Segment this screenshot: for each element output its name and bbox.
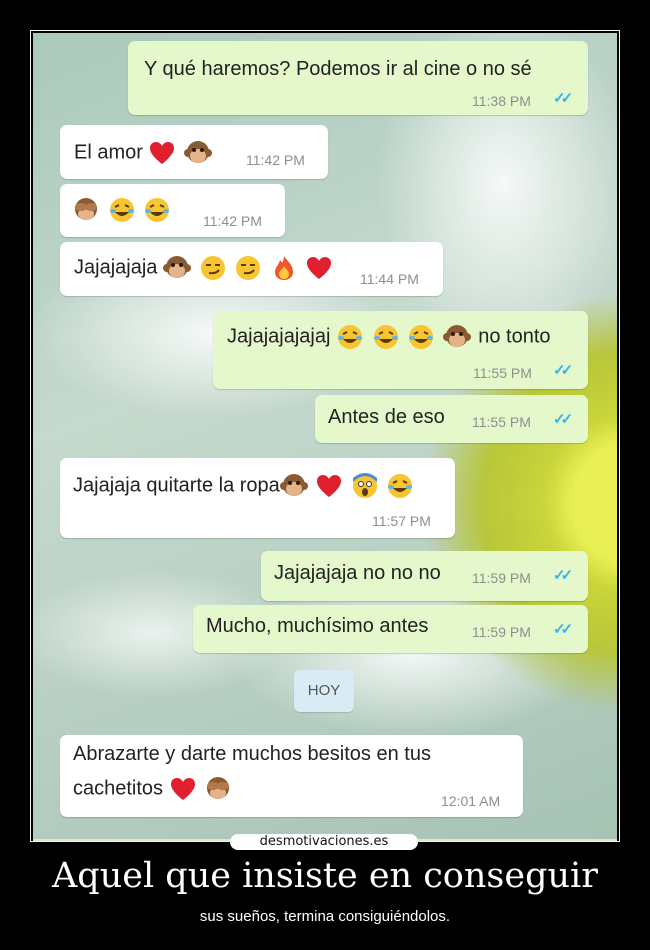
heart-emoji-icon	[315, 472, 343, 500]
emoji-group	[279, 472, 417, 500]
message-text: Jajajajajajaj no tonto	[227, 323, 551, 351]
message-outgoing[interactable]: Y qué haremos? Podemos ir al cine o no s…	[128, 41, 588, 115]
message-outgoing[interactable]: Jajajajajajaj no tonto 11:55 PM ✓✓	[213, 311, 588, 389]
message-text: Antes de eso	[328, 406, 445, 428]
message-time: 11:42 PM	[246, 152, 305, 168]
message-text: Mucho, muchísimo antes	[206, 615, 429, 637]
read-receipt-icon: ✓✓	[553, 90, 573, 107]
message-time: 11:59 PM	[472, 570, 531, 586]
read-receipt-icon: ✓✓	[553, 362, 573, 379]
monkey-emoji-icon	[184, 139, 213, 167]
monkey-emoji-icon	[279, 472, 308, 500]
monkey-emoji-icon	[162, 254, 191, 282]
heart-emoji-icon	[169, 775, 197, 803]
brand-watermark: desmotivaciones.es	[230, 834, 418, 850]
message-text-line1: Abrazarte y darte muchos besitos en tus	[73, 743, 431, 765]
poster-subtitle: sus sueños, termina consiguiéndolos.	[199, 908, 451, 925]
joy-emoji-icon	[108, 196, 136, 224]
message-outgoing[interactable]: Mucho, muchísimo antes 11:59 PM ✓✓	[193, 605, 588, 653]
message-incoming[interactable]: 11:42 PM	[60, 184, 285, 237]
message-text-content: Jajajaja quitarte la ropa	[73, 474, 280, 497]
message-text: Jajajajaja no no no	[274, 562, 441, 584]
joy-emoji-icon	[386, 472, 414, 500]
read-receipt-icon: ✓✓	[553, 411, 573, 428]
message-incoming[interactable]: El amor 11:42 PM	[60, 125, 328, 179]
message-text-content: Jajajajaja	[74, 256, 158, 279]
message-text-line2: cachetitos	[73, 775, 234, 803]
message-time: 11:57 PM	[372, 513, 431, 529]
scream-emoji-icon	[351, 472, 379, 500]
heart-emoji-icon	[305, 254, 333, 282]
message-time: 11:55 PM	[472, 414, 531, 430]
message-time: 11:42 PM	[203, 213, 262, 229]
chat-screenshot: Y qué haremos? Podemos ir al cine o no s…	[33, 33, 617, 839]
emoji-group	[148, 139, 214, 167]
message-time: 11:38 PM	[472, 93, 531, 109]
message-text-content: no tonto	[478, 325, 551, 348]
emoji-group	[162, 254, 335, 282]
message-text: Y qué haremos? Podemos ir al cine o no s…	[144, 58, 532, 80]
message-time: 11:44 PM	[360, 271, 419, 287]
message-text: Jajajajaja	[74, 254, 335, 282]
message-text-content: El amor	[74, 141, 143, 164]
message-time: 11:59 PM	[472, 624, 531, 640]
see-no-evil-monkey-emoji-icon	[204, 775, 232, 803]
message-text-content: cachetitos	[73, 777, 164, 800]
message-time: 12:01 AM	[441, 793, 501, 809]
read-receipt-icon: ✓✓	[553, 621, 573, 638]
message-incoming[interactable]: Jajajajaja 11:44 PM	[60, 242, 443, 296]
message-time: 11:55 PM	[473, 365, 532, 381]
joy-emoji-icon	[372, 323, 400, 351]
message-incoming[interactable]: Jajajaja quitarte la ropa 11:57 PM	[60, 458, 455, 538]
read-receipt-icon: ✓✓	[553, 567, 573, 584]
joy-emoji-icon	[407, 323, 435, 351]
message-text-content: Jajajajajajaj	[227, 325, 331, 348]
smirk-emoji-icon	[234, 254, 262, 282]
joy-emoji-icon	[143, 196, 171, 224]
message-emojis	[72, 196, 173, 224]
emoji-group	[336, 323, 473, 351]
smirk-emoji-icon	[199, 254, 227, 282]
emoji-group	[169, 775, 235, 803]
joy-emoji-icon	[336, 323, 364, 351]
message-incoming[interactable]: Abrazarte y darte muchos besitos en tus …	[60, 735, 523, 817]
fire-emoji-icon	[270, 254, 298, 282]
heart-emoji-icon	[148, 139, 176, 167]
monkey-emoji-icon	[442, 323, 471, 351]
message-outgoing[interactable]: Jajajajaja no no no 11:59 PM ✓✓	[261, 551, 588, 601]
see-no-evil-monkey-emoji-icon	[72, 196, 100, 224]
date-divider: HOY	[294, 670, 354, 712]
message-outgoing[interactable]: Antes de eso 11:55 PM ✓✓	[315, 395, 588, 443]
message-text: Jajajaja quitarte la ropa	[73, 472, 416, 500]
poster-title: Aquel que insiste en conseguir	[52, 856, 598, 896]
message-text: El amor	[74, 139, 214, 167]
